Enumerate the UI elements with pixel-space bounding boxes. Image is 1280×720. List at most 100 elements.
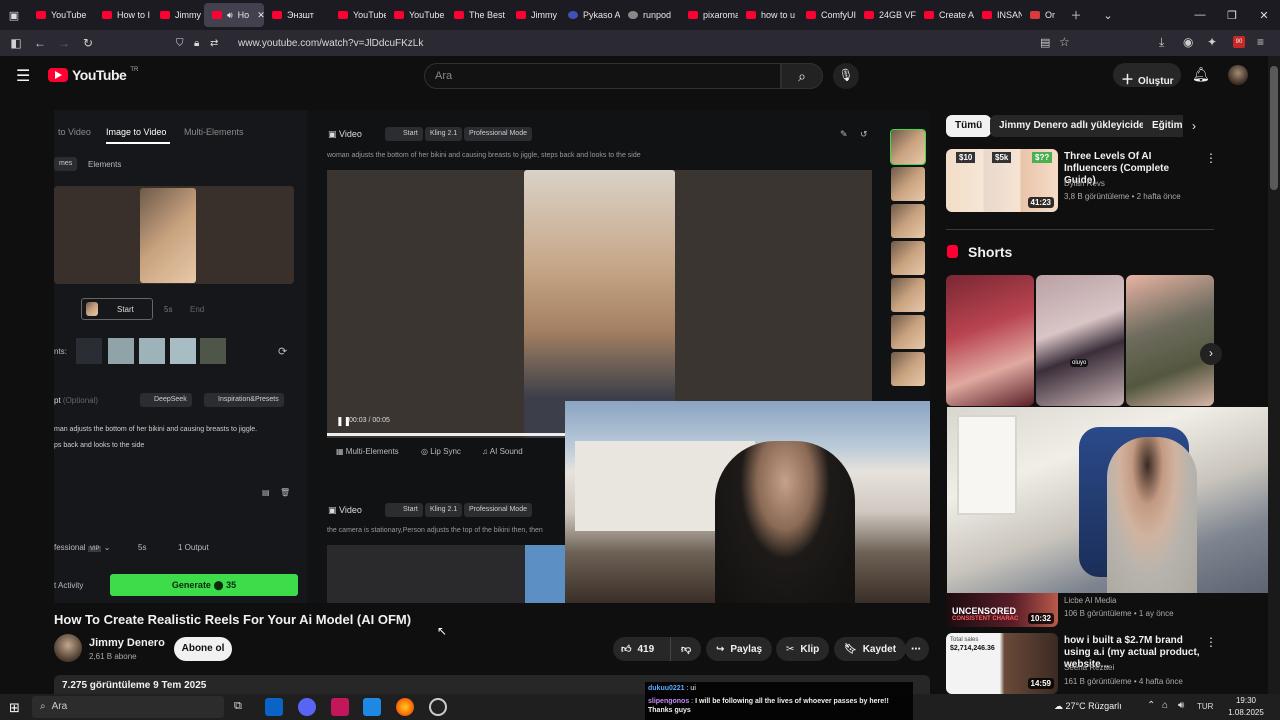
browser-tab[interactable]: YouTube [28, 0, 94, 30]
page-scrollbar-thumb[interactable] [1270, 66, 1278, 190]
short-1-thumbnail[interactable] [946, 275, 1034, 406]
forward-icon[interactable]: → [52, 36, 76, 50]
extensions-icon[interactable]: ✦ [1207, 35, 1217, 49]
app-menu-icon[interactable]: ≡ [1257, 35, 1264, 49]
related-video-3-channel[interactable]: Seena Rezaei [1064, 663, 1114, 672]
video-player[interactable]: to Video Image to Video Multi-Elements m… [54, 110, 930, 603]
browser-tab[interactable]: INSANE [974, 0, 1022, 30]
browser-tab[interactable]: 24GB VF [856, 0, 916, 30]
browser-tab-label: How to I [117, 10, 151, 20]
chips-next-icon[interactable]: › [1192, 119, 1196, 133]
outlook-icon[interactable] [265, 698, 283, 716]
filter-chip-education[interactable]: Eğitim [1143, 115, 1183, 137]
clock-date[interactable]: 1.08.2025 [1224, 708, 1268, 717]
volume-icon[interactable]: 🔊︎ [1178, 700, 1184, 711]
tab-overview-icon[interactable]: ▣ [0, 9, 28, 22]
reload-icon[interactable]: ↻ [76, 36, 100, 50]
share-button[interactable]: ↪ Paylaş [706, 637, 773, 661]
save-button[interactable]: 🔖︎ Kaydet [834, 637, 907, 661]
address-bar[interactable]: ⛉ 🔒︎ ⇄ www.youtube.com/watch?v=JlDdcuFKz… [176, 33, 1076, 53]
recorder-app-icon[interactable] [331, 698, 349, 716]
filter-chip-uploader[interactable]: Jimmy Denero adlı yükleyiciden [990, 115, 1160, 137]
related-video-2-overlay-b: CONSISTENT CHARAC [952, 616, 1019, 622]
browser-tab[interactable]: ComfyUI [798, 0, 856, 30]
browser-tab[interactable]: pixaroma [680, 0, 738, 30]
close-tab-icon[interactable]: ✕ [257, 10, 264, 21]
search-input[interactable]: Ara [424, 63, 781, 89]
hamburger-menu-icon[interactable]: ☰ [16, 66, 30, 86]
browser-tab[interactable]: The Best [446, 0, 508, 30]
youtube-icon [982, 11, 992, 19]
new-tab-icon[interactable]: ＋ [1060, 7, 1092, 23]
related-video-1-thumbnail[interactable]: $10 $5k $?? 41:23 [946, 149, 1058, 212]
firefox-icon[interactable] [396, 698, 414, 716]
clip-button[interactable]: ✂ Klip [776, 637, 830, 661]
prompt-label: pt (Optional) [54, 396, 99, 405]
browser-tab[interactable]: Pykaso A [560, 0, 620, 30]
browser-tab[interactable]: Энзшт [264, 0, 330, 30]
create-button[interactable]: ＋ Oluştur [1113, 63, 1181, 87]
related-video-3-thumbnail[interactable]: Total sales $2,714,246.36 14:59 [946, 633, 1058, 694]
vscode-icon[interactable] [363, 698, 381, 716]
task-view-icon[interactable]: ⧉ [234, 700, 242, 713]
url-text[interactable]: www.youtube.com/watch?v=JlDdcuFKzLk [238, 38, 423, 49]
permissions-icon[interactable]: ⇄ [210, 38, 238, 49]
voice-search-button[interactable]: 🎙︎ [833, 63, 859, 89]
windows-start-icon[interactable]: ⊞ [9, 700, 20, 716]
tray-chevron-icon[interactable]: ⌃ [1147, 700, 1155, 711]
discord-icon[interactable] [298, 698, 316, 716]
related-video-2-channel[interactable]: Licbe AI Media [1064, 596, 1116, 605]
short-2-thumbnail[interactable]: oluyo [1036, 275, 1124, 406]
tab-audio-icon[interactable]: 🔊︎ [227, 10, 233, 21]
browser-tab[interactable]: 🔊︎ Ho ✕ [204, 3, 264, 27]
browser-tab[interactable]: Create A [916, 0, 974, 30]
restore-icon[interactable]: ❐ [1216, 9, 1248, 22]
obs-icon[interactable] [429, 698, 447, 716]
sidebar-toggle-icon[interactable]: ◧ [4, 36, 28, 50]
weather-widget[interactable]: ☁ 27°C Rüzgarlı [1054, 701, 1122, 712]
user-avatar[interactable] [1228, 65, 1248, 85]
youtube-logo[interactable]: YouTube TR [48, 67, 138, 83]
browser-tab[interactable]: Jimmy D [152, 0, 204, 30]
downloads-icon[interactable]: ⤓ [1159, 35, 1164, 50]
browser-tab[interactable]: runpod [620, 0, 680, 30]
shorts-next-button[interactable]: › [1200, 343, 1222, 365]
input-language[interactable]: TUR [1197, 702, 1213, 711]
clock-time[interactable]: 19:30 [1228, 696, 1264, 705]
lock-icon[interactable]: 🔒︎ [194, 38, 210, 49]
related-video-1-menu-icon[interactable]: ⋮ [1205, 151, 1217, 165]
account-icon[interactable]: ◉ [1183, 35, 1193, 49]
taskbar-search-box[interactable]: ⌕ Ara [32, 696, 224, 718]
bookmark-star-icon[interactable]: ☆ [1059, 35, 1070, 49]
related-video-2-thumbnail[interactable]: UNCENSORED CONSISTENT CHARAC 10:32 [946, 593, 1058, 627]
tab-to-video: to Video [58, 127, 91, 137]
close-window-icon[interactable]: ✕ [1248, 9, 1280, 22]
network-icon[interactable]: ⌂ [1162, 700, 1168, 711]
extension-badge-icon[interactable]: 90 [1233, 36, 1245, 48]
related-video-3-menu-icon[interactable]: ⋮ [1205, 635, 1217, 649]
channel-avatar[interactable] [54, 634, 82, 662]
notifications-bell-icon[interactable]: 🔔︎ [1192, 66, 1210, 83]
search-button[interactable]: ⌕ [781, 63, 823, 89]
subscribe-button[interactable]: Abone ol [174, 637, 232, 661]
filter-chip-all[interactable]: Tümü [946, 115, 992, 137]
channel-name[interactable]: Jimmy Denero [89, 637, 165, 649]
browser-tab[interactable]: how to u [738, 0, 798, 30]
browser-tab[interactable]: YouTube [386, 0, 446, 30]
related-video-1-channel[interactable]: Dylan Revs [1064, 179, 1105, 188]
mode-select: fessional VIP ⌄ [54, 543, 111, 552]
shield-icon[interactable]: ⛉ [176, 38, 194, 49]
browser-tab[interactable]: How to I [94, 0, 152, 30]
frame-duration: 5s [164, 305, 173, 314]
more-actions-button[interactable]: ⋯ [905, 637, 929, 661]
tab-list-dropdown-icon[interactable]: ⌄ [1092, 9, 1124, 22]
minimize-icon[interactable]: — [1184, 9, 1216, 21]
browser-tab[interactable]: Jimmy D [508, 0, 560, 30]
dislike-button[interactable]: 👎︎ [677, 643, 691, 655]
browser-tab[interactable]: Or [1022, 0, 1060, 30]
back-icon[interactable]: ← [28, 36, 52, 50]
short-3-thumbnail[interactable] [1126, 275, 1214, 406]
browser-tab[interactable]: YouTube [330, 0, 386, 30]
like-button[interactable]: 👍︎ 419 [613, 637, 671, 661]
reader-view-icon[interactable]: ▤ [1040, 36, 1050, 49]
